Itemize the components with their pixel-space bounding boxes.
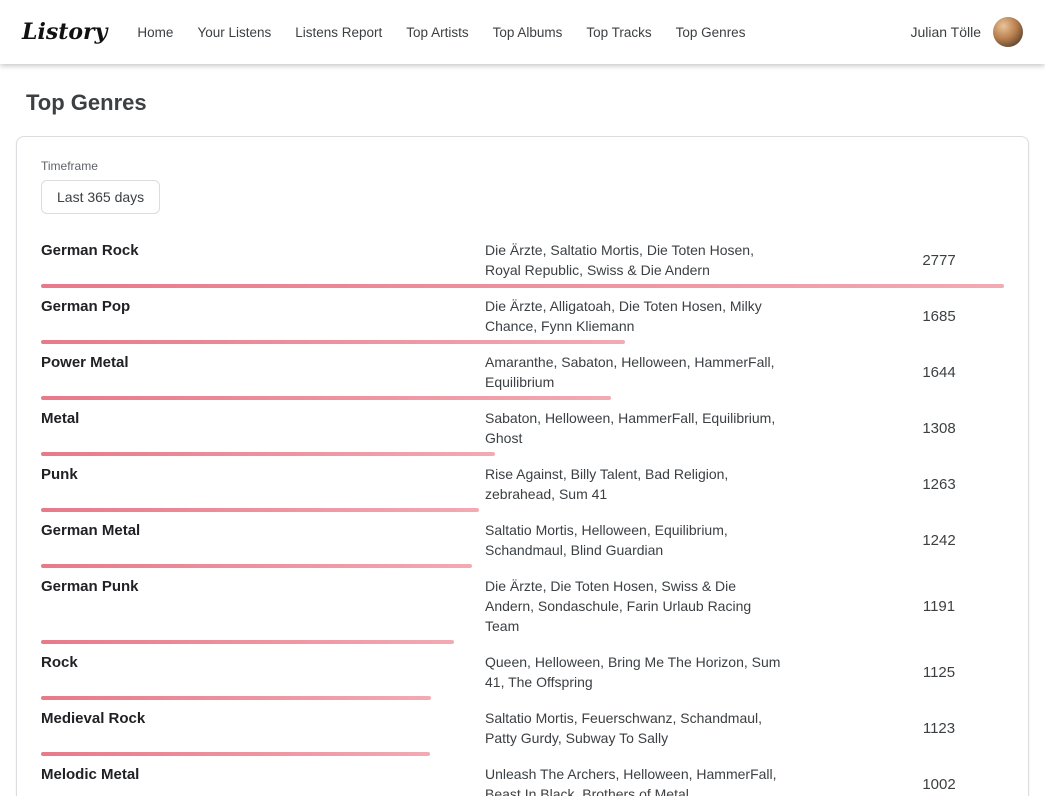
nav-item-your-listens[interactable]: Your Listens [197,25,271,40]
genre-row: Punk Rise Against, Billy Talent, Bad Rel… [41,456,1004,512]
genre-listen-count: 1002 [874,776,1004,793]
genre-artists: Saltatio Mortis, Helloween, Equilibrium,… [485,520,785,560]
genre-row: Power Metal Amaranthe, Sabaton, Hellowee… [41,344,1004,400]
genre-row: German Metal Saltatio Mortis, Helloween,… [41,512,1004,568]
nav-item-listens-report[interactable]: Listens Report [295,25,382,40]
genre-listen-count: 1242 [874,532,1004,549]
main-nav: Home Your Listens Listens Report Top Art… [137,25,910,40]
genre-listen-count: 1123 [874,720,1004,737]
genre-name: Punk [41,464,481,485]
genre-artists: Unleash The Archers, Helloween, HammerFa… [485,764,785,796]
genre-listen-count: 1125 [874,664,1004,681]
genre-listen-count: 2777 [874,252,1004,269]
nav-item-top-genres[interactable]: Top Genres [676,25,746,40]
genre-listen-count: 1685 [874,308,1004,325]
genre-row: Melodic Metal Unleash The Archers, Hello… [41,756,1004,796]
genre-artists: Queen, Helloween, Bring Me The Horizon, … [485,652,785,692]
genre-artists: Die Ärzte, Alligatoah, Die Toten Hosen, … [485,296,785,336]
genre-listen-count: 1191 [874,598,1004,615]
genre-name: German Pop [41,296,481,317]
timeframe-label: Timeframe [41,159,1004,173]
genre-row: German Rock Die Ärzte, Saltatio Mortis, … [41,232,1004,288]
genre-artists: Die Ärzte, Die Toten Hosen, Swiss & Die … [485,576,785,636]
genre-artists: Sabaton, Helloween, HammerFall, Equilibr… [485,408,785,448]
genre-row: German Punk Die Ärzte, Die Toten Hosen, … [41,568,1004,644]
timeframe-select[interactable]: Last 365 days [41,180,160,214]
genre-row: Metal Sabaton, Helloween, HammerFall, Eq… [41,400,1004,456]
user-avatar[interactable] [993,17,1023,47]
genre-name: Power Metal [41,352,481,373]
genre-name: German Rock [41,240,481,261]
user-name[interactable]: Julian Tölle [910,24,981,40]
top-genres-card: Timeframe Last 365 days German Rock Die … [16,136,1029,796]
page-title: Top Genres [26,90,1029,116]
genre-name: German Metal [41,520,481,541]
genre-artists: Saltatio Mortis, Feuerschwanz, Schandmau… [485,708,785,748]
app-logo[interactable]: Listory [22,19,107,45]
genre-listen-count: 1644 [874,364,1004,381]
genre-row: German Pop Die Ärzte, Alligatoah, Die To… [41,288,1004,344]
nav-item-top-albums[interactable]: Top Albums [493,25,563,40]
genre-listen-count: 1263 [874,476,1004,493]
genre-listen-count: 1308 [874,420,1004,437]
genre-list: German Rock Die Ärzte, Saltatio Mortis, … [41,232,1004,796]
genre-row: Medieval Rock Saltatio Mortis, Feuerschw… [41,700,1004,756]
genre-artists: Die Ärzte, Saltatio Mortis, Die Toten Ho… [485,240,785,280]
genre-artists: Rise Against, Billy Talent, Bad Religion… [485,464,785,504]
genre-artists: Amaranthe, Sabaton, Helloween, HammerFal… [485,352,785,392]
genre-name: Melodic Metal [41,764,481,785]
nav-item-top-tracks[interactable]: Top Tracks [586,25,651,40]
genre-name: Metal [41,408,481,429]
user-menu: Julian Tölle [910,17,1023,47]
genre-name: Rock [41,652,481,673]
genre-name: German Punk [41,576,481,597]
genre-name: Medieval Rock [41,708,481,729]
genre-row: Rock Queen, Helloween, Bring Me The Hori… [41,644,1004,700]
nav-item-top-artists[interactable]: Top Artists [406,25,468,40]
page-content: Top Genres Timeframe Last 365 days Germa… [0,64,1045,796]
top-navigation-bar: Listory Home Your Listens Listens Report… [0,0,1045,64]
nav-item-home[interactable]: Home [137,25,173,40]
